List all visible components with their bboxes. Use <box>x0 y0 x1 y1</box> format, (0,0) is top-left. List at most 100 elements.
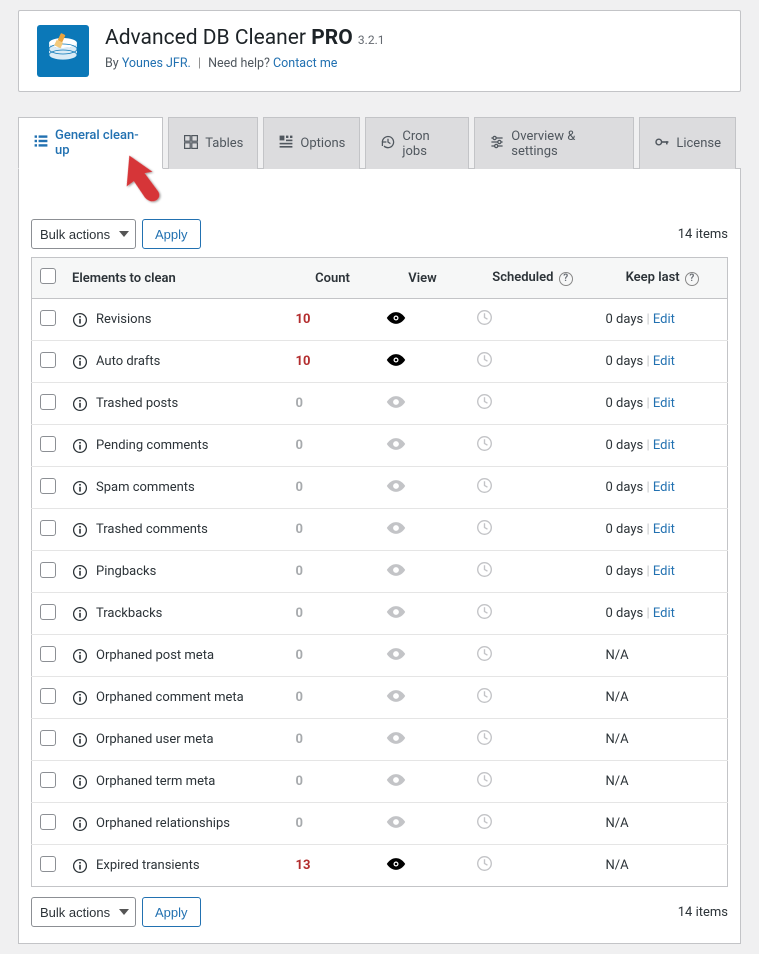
info-icon[interactable] <box>72 732 88 748</box>
eye-icon[interactable] <box>386 857 406 871</box>
tab-overview[interactable]: Overview & settings <box>474 117 634 169</box>
element-label: Orphaned comment meta <box>96 690 244 705</box>
row-checkbox[interactable] <box>40 814 56 830</box>
eye-icon[interactable] <box>386 353 406 367</box>
grid-icon <box>183 134 199 154</box>
row-checkbox[interactable] <box>40 646 56 662</box>
list-icon <box>33 133 49 153</box>
edit-link[interactable]: Edit <box>653 438 675 453</box>
row-checkbox[interactable] <box>40 478 56 494</box>
edit-link[interactable]: Edit <box>653 312 675 327</box>
info-icon[interactable] <box>72 564 88 580</box>
sliders-icon <box>489 134 505 154</box>
item-count: 14 items <box>678 227 728 242</box>
bulk-actions-select-bottom[interactable]: Bulk actions <box>31 897 136 927</box>
bulk-actions-select[interactable]: Bulk actions <box>31 219 136 249</box>
edit-link[interactable]: Edit <box>653 606 675 621</box>
keep-days: 0 days <box>606 606 644 621</box>
edit-link[interactable]: Edit <box>653 354 675 369</box>
info-icon[interactable] <box>72 816 88 832</box>
info-icon[interactable] <box>72 522 88 538</box>
info-icon[interactable] <box>72 354 88 370</box>
row-checkbox[interactable] <box>40 604 56 620</box>
table-row: Trackbacks00 days | Edit <box>32 593 728 635</box>
table-row: Expired transients13N/A <box>32 845 728 887</box>
keep-na: N/A <box>606 690 629 705</box>
eye-off-icon <box>386 521 406 535</box>
page-subtitle: By Younes JFR. | Need help? Contact me <box>105 56 722 71</box>
clock-icon <box>476 519 493 536</box>
table-row: Orphaned relationships0N/A <box>32 803 728 845</box>
select-all-checkbox[interactable] <box>40 268 56 284</box>
clock-icon <box>476 561 493 578</box>
tab-label: Cron jobs <box>402 129 454 159</box>
clock-icon <box>476 309 493 326</box>
count-value: 0 <box>296 606 303 621</box>
help-icon[interactable]: ? <box>559 272 573 286</box>
count-value: 13 <box>296 858 311 873</box>
row-checkbox[interactable] <box>40 562 56 578</box>
row-checkbox[interactable] <box>40 730 56 746</box>
tab-label: Tables <box>205 136 243 151</box>
col-header-scheduled: Scheduled ? <box>468 258 598 299</box>
info-icon[interactable] <box>72 396 88 412</box>
row-checkbox[interactable] <box>40 352 56 368</box>
element-label: Pingbacks <box>96 564 156 579</box>
count-value: 0 <box>296 732 303 747</box>
plugin-logo <box>37 25 89 77</box>
element-label: Trashed comments <box>96 522 208 537</box>
clock-icon <box>476 393 493 410</box>
eye-icon[interactable] <box>386 311 406 325</box>
eye-off-icon <box>386 437 406 451</box>
info-icon[interactable] <box>72 648 88 664</box>
help-icon[interactable]: ? <box>685 272 699 286</box>
info-icon[interactable] <box>72 774 88 790</box>
contact-link[interactable]: Contact me <box>273 56 337 71</box>
info-icon[interactable] <box>72 438 88 454</box>
row-checkbox[interactable] <box>40 688 56 704</box>
row-checkbox[interactable] <box>40 856 56 872</box>
eye-off-icon <box>386 647 406 661</box>
element-label: Trashed posts <box>96 396 178 411</box>
row-checkbox[interactable] <box>40 772 56 788</box>
keep-na: N/A <box>606 648 629 663</box>
eye-off-icon <box>386 689 406 703</box>
apply-button[interactable]: Apply <box>142 219 201 249</box>
tab-label: Overview & settings <box>511 129 619 159</box>
element-label: Orphaned term meta <box>96 774 215 789</box>
plugin-header: Advanced DB Cleaner PRO 3.2.1 By Younes … <box>18 10 741 92</box>
row-checkbox[interactable] <box>40 520 56 536</box>
edit-link[interactable]: Edit <box>653 396 675 411</box>
info-icon[interactable] <box>72 606 88 622</box>
tab-label: License <box>676 136 721 151</box>
edit-link[interactable]: Edit <box>653 564 675 579</box>
count-value: 0 <box>296 648 303 663</box>
tab-license[interactable]: License <box>639 117 736 169</box>
apply-button-bottom[interactable]: Apply <box>142 897 201 927</box>
element-label: Orphaned post meta <box>96 648 214 663</box>
clock-icon <box>476 855 493 872</box>
edit-link[interactable]: Edit <box>653 480 675 495</box>
tab-label: Options <box>300 136 345 151</box>
element-label: Spam comments <box>96 480 195 495</box>
clock-icon <box>476 729 493 746</box>
table-row: Orphaned user meta0N/A <box>32 719 728 761</box>
history-icon <box>380 134 396 154</box>
info-icon[interactable] <box>72 690 88 706</box>
tab-cron[interactable]: Cron jobs <box>365 117 469 169</box>
info-icon[interactable] <box>72 480 88 496</box>
row-checkbox[interactable] <box>40 310 56 326</box>
edit-link[interactable]: Edit <box>653 522 675 537</box>
author-link[interactable]: Younes JFR. <box>122 56 191 71</box>
info-icon[interactable] <box>72 858 88 874</box>
keep-na: N/A <box>606 816 629 831</box>
tab-options[interactable]: Options <box>263 117 360 169</box>
tab-tables[interactable]: Tables <box>168 117 258 169</box>
clock-icon <box>476 477 493 494</box>
row-checkbox[interactable] <box>40 436 56 452</box>
info-icon[interactable] <box>72 312 88 328</box>
count-value: 0 <box>296 522 303 537</box>
element-label: Expired transients <box>96 858 200 873</box>
row-checkbox[interactable] <box>40 394 56 410</box>
count-value: 0 <box>296 480 303 495</box>
